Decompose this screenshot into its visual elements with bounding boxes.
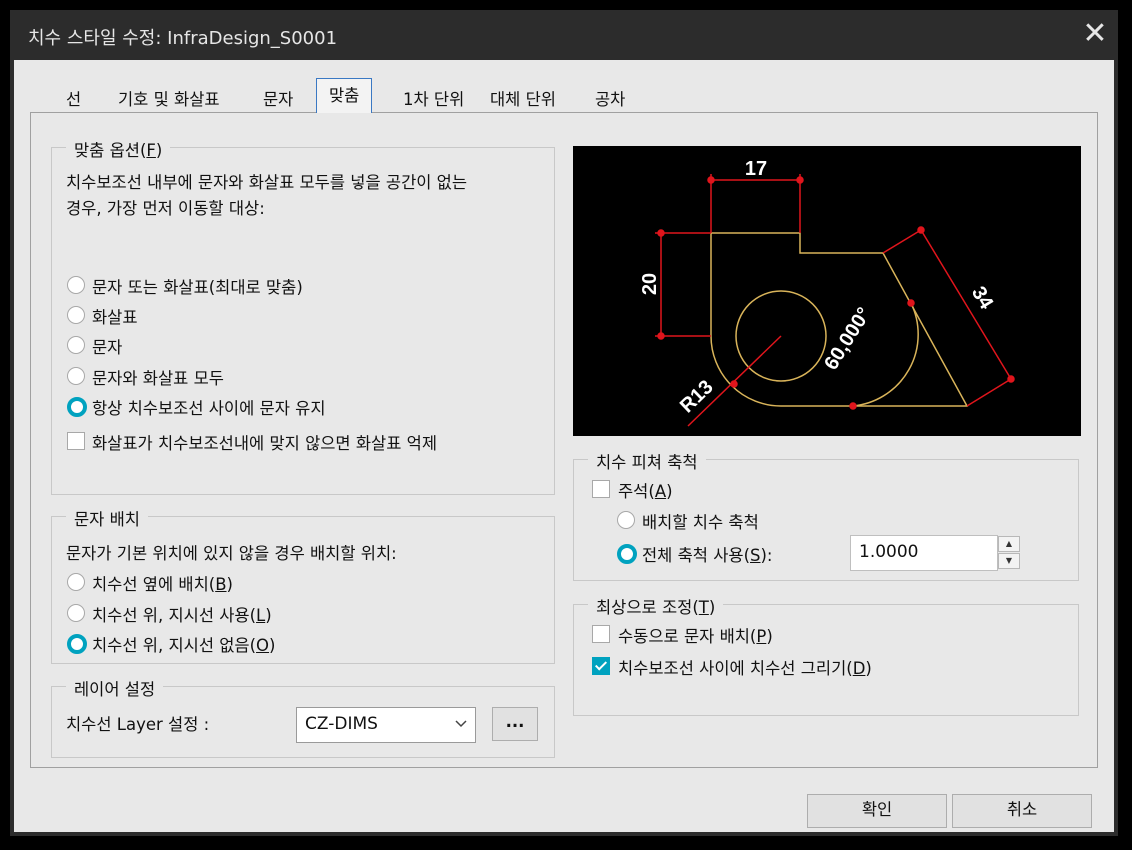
radio-overall-scale-label[interactable]: 전체 축척 사용(S): bbox=[642, 542, 773, 566]
tab-primary-units[interactable]: 1차 단위 bbox=[403, 86, 464, 112]
preview-dim-line bbox=[920, 229, 1012, 380]
radio-beside-dim-line[interactable] bbox=[67, 573, 85, 591]
text-placement-label: 문자 배치 bbox=[66, 506, 148, 530]
radio-scale-to-layout-label[interactable]: 배치할 치수 축척 bbox=[642, 509, 759, 533]
draw-dim-line-label[interactable]: 치수보조선 사이에 치수선 그리기(D) bbox=[618, 655, 872, 679]
cancel-button[interactable]: 취소 bbox=[952, 794, 1092, 828]
preview-dim-dot bbox=[707, 176, 715, 184]
preview-dim-dot bbox=[917, 226, 925, 234]
preview-dim-dot bbox=[849, 402, 857, 410]
manual-placement-checkbox[interactable] bbox=[592, 625, 610, 643]
radio-both-text-and-arrows[interactable] bbox=[67, 367, 85, 385]
fine-tuning-group: 최상으로 조정(T) 수동으로 문자 배치(P) 치수보조선 사이에 치수선 그… bbox=[573, 594, 1079, 716]
layer-settings-group: 레이어 설정 치수선 Layer 설정 : CZ-DIMS ... bbox=[51, 676, 555, 758]
annotative-label[interactable]: 주석(A) bbox=[618, 478, 673, 502]
layer-settings-label: 레이어 설정 bbox=[66, 676, 164, 700]
overall-scale-value: 1.0000 bbox=[859, 542, 919, 562]
preview-outline bbox=[710, 232, 969, 407]
radio-arrows-label[interactable]: 화살표 bbox=[92, 304, 138, 328]
fit-options-label: 맞춤 옵션(F) bbox=[66, 137, 171, 161]
radio-always-keep-text[interactable] bbox=[67, 397, 87, 417]
fit-options-description-line1: 치수보조선 내부에 문자와 화살표 모두를 넣을 공간이 없는 bbox=[66, 173, 468, 192]
preview-dim-dot bbox=[1007, 375, 1015, 383]
dialog-window: 치수 스타일 수정: InfraDesign_S0001 ✕ 선 기호 및 화살… bbox=[10, 10, 1118, 836]
fit-options-description-line2: 경우, 가장 먼저 이동할 대상: bbox=[66, 199, 265, 218]
radio-scale-to-layout[interactable] bbox=[617, 511, 635, 529]
dim-layer-value: CZ-DIMS bbox=[305, 714, 378, 734]
radio-arrows[interactable] bbox=[67, 306, 85, 324]
layer-browse-button[interactable]: ... bbox=[492, 707, 538, 741]
preview-dim-dot bbox=[657, 332, 665, 340]
dialog-client: 선 기호 및 화살표 문자 맞춤 1차 단위 대체 단위 공차 맞춤 옵션(F)… bbox=[14, 60, 1114, 832]
tab-alternate-units[interactable]: 대체 단위 bbox=[490, 86, 556, 112]
fit-options-group: 맞춤 옵션(F) 치수보조선 내부에 문자와 화살표 모두를 넣을 공간이 없는… bbox=[51, 137, 555, 495]
close-icon[interactable]: ✕ bbox=[1072, 10, 1118, 60]
chevron-down-icon bbox=[455, 720, 467, 728]
fine-tuning-label: 최상으로 조정(T) bbox=[588, 594, 724, 618]
radio-always-keep-text-label[interactable]: 항상 치수보조선 사이에 문자 유지 bbox=[92, 395, 326, 419]
preview-ext-line bbox=[966, 378, 1012, 407]
draw-dim-line-checkbox[interactable] bbox=[592, 657, 610, 675]
radio-text-or-arrows-label[interactable]: 문자 또는 화살표(최대로 맞춤) bbox=[92, 274, 303, 298]
radio-over-with-leader[interactable] bbox=[67, 604, 85, 622]
suppress-arrows-label[interactable]: 화살표가 치수보조선내에 맞지 않으면 화살표 억제 bbox=[92, 430, 437, 454]
scale-label: 치수 피쳐 축척 bbox=[588, 449, 706, 473]
radio-text[interactable] bbox=[67, 336, 85, 354]
preview-dim-radius: R13 bbox=[676, 376, 718, 417]
tab-fit[interactable]: 맞춤 bbox=[316, 78, 373, 113]
preview-drawing: 17 20 34 60,000° R13 bbox=[639, 158, 1015, 427]
radio-over-without-leader-label[interactable]: 치수선 위, 지시선 없음(O) bbox=[92, 632, 275, 656]
radio-text-label[interactable]: 문자 bbox=[92, 334, 122, 358]
radio-over-without-leader[interactable] bbox=[67, 634, 87, 654]
ok-button[interactable]: 확인 bbox=[807, 794, 947, 828]
radio-text-or-arrows[interactable] bbox=[67, 276, 85, 294]
preview-dim-20: 20 bbox=[639, 273, 661, 295]
preview-dim-dot bbox=[796, 176, 804, 184]
window-title: 치수 스타일 수정: InfraDesign_S0001 bbox=[28, 28, 338, 49]
spin-down-icon[interactable]: ▼ bbox=[998, 553, 1020, 569]
fit-preview: 17 20 34 60,000° R13 bbox=[573, 146, 1081, 436]
annotative-checkbox[interactable] bbox=[592, 480, 610, 498]
preview-dim-dot bbox=[657, 229, 665, 237]
overall-scale-spinner[interactable]: ▲ ▼ bbox=[998, 536, 1020, 570]
preview-ext-line bbox=[882, 229, 922, 254]
radio-over-with-leader-label[interactable]: 치수선 위, 지시선 사용(L) bbox=[92, 602, 272, 626]
dim-layer-select[interactable]: CZ-DIMS bbox=[296, 707, 476, 743]
manual-placement-label[interactable]: 수동으로 문자 배치(P) bbox=[618, 623, 773, 647]
preview-dim-34: 34 bbox=[967, 283, 998, 314]
scale-group: 치수 피쳐 축척 주석(A) 배치할 치수 축척 전체 축척 사용(S): 1.… bbox=[573, 449, 1079, 581]
preview-dim-dot bbox=[907, 299, 915, 307]
text-placement-description: 문자가 기본 위치에 있지 않을 경우 배치할 위치: bbox=[66, 544, 397, 563]
tab-symbols-arrows[interactable]: 기호 및 화살표 bbox=[118, 86, 220, 112]
tab-page-fit: 맞춤 옵션(F) 치수보조선 내부에 문자와 화살표 모두를 넣을 공간이 없는… bbox=[30, 112, 1098, 768]
spin-up-icon[interactable]: ▲ bbox=[998, 536, 1020, 552]
preview-dim-17: 17 bbox=[745, 158, 767, 180]
text-placement-group: 문자 배치 문자가 기본 위치에 있지 않을 경우 배치할 위치: 치수선 옆에… bbox=[51, 506, 555, 664]
tab-tolerances[interactable]: 공차 bbox=[595, 86, 625, 112]
radio-overall-scale[interactable] bbox=[617, 544, 637, 564]
preview-dim-angle: 60,000° bbox=[820, 304, 875, 374]
dim-layer-label: 치수선 Layer 설정 : bbox=[66, 715, 210, 734]
radio-beside-dim-line-label[interactable]: 치수선 옆에 배치(B) bbox=[92, 571, 233, 595]
suppress-arrows-checkbox[interactable] bbox=[67, 432, 85, 450]
tab-lines[interactable]: 선 bbox=[66, 86, 81, 112]
overall-scale-input[interactable]: 1.0000 bbox=[850, 535, 998, 571]
preview-dim-dot bbox=[730, 380, 738, 388]
radio-both-text-and-arrows-label[interactable]: 문자와 화살표 모두 bbox=[92, 365, 224, 389]
tab-text[interactable]: 문자 bbox=[263, 86, 293, 112]
title-bar[interactable]: 치수 스타일 수정: InfraDesign_S0001 ✕ bbox=[10, 10, 1118, 60]
